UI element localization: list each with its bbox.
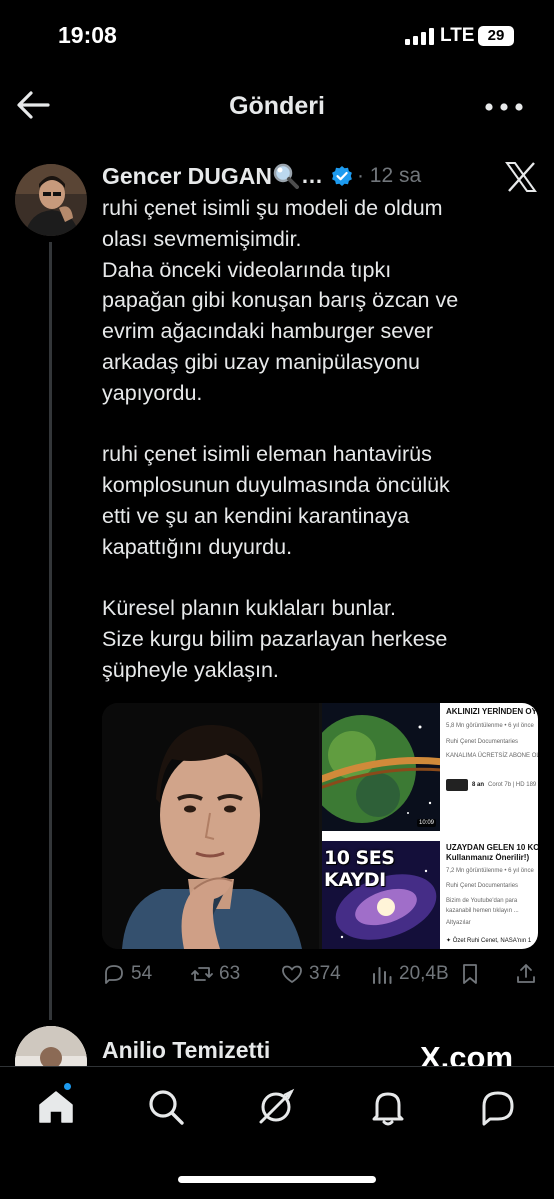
summary-chip: ✦ Özet Ruhi Cenet, NASA'nın 1	[446, 938, 532, 944]
chip-text: Corot 7b | HD 189	[488, 782, 537, 788]
views-chart-icon	[373, 967, 392, 984]
video-thumbnail-galaxy: 10 SES KAYDI	[322, 841, 440, 949]
like-count: 374	[309, 963, 341, 984]
chapter-chip: 8 an Corot 7b | HD 189	[446, 779, 538, 791]
tweet-timestamp[interactable]: · 12 sa	[357, 164, 421, 188]
name-truncation: …	[300, 163, 323, 188]
heart-icon	[282, 965, 302, 983]
video-description: Bizim de Youtube'dan para kazanabil heme…	[446, 898, 519, 914]
subscribe-banner: KANALIMA ÜCRETSİZ ABONE OLUN	[446, 753, 538, 759]
nav-notifications[interactable]	[368, 1087, 408, 1127]
reply-button[interactable]: 54	[102, 962, 152, 986]
author-name[interactable]: Gencer DUGAN	[102, 163, 272, 190]
thread-connector-line	[49, 242, 52, 1020]
views-count: 20,4B	[399, 963, 449, 984]
bookmark-icon	[463, 964, 477, 984]
tweet-text: ruhi çenet isimli şu modeli de oldum ola…	[102, 193, 542, 686]
network-type: LTE	[440, 25, 475, 46]
home-icon	[39, 1091, 73, 1123]
author-avatar[interactable]	[15, 164, 87, 236]
status-time: 19:08	[58, 22, 117, 48]
home-notification-dot	[62, 1081, 73, 1092]
channel-name: Ruhi Çenet Documentaries	[446, 739, 519, 745]
channel-name: Ruhi Çenet Documentaries	[446, 883, 519, 889]
tweet-paragraph: ruhi çenet isimli eleman hantavirüs komp…	[102, 442, 450, 559]
reply-author-name[interactable]: Anilio Temizetti	[102, 1037, 270, 1064]
video-title: AKLINIZI YERİNDEN OY	[446, 707, 537, 716]
author-line: Gencer DUGAN … · 12 sa	[102, 160, 421, 192]
signal-icon	[405, 28, 434, 45]
grok-icon	[259, 1088, 295, 1124]
video-duration: 10:09	[416, 819, 436, 827]
bookmark-button[interactable]	[458, 962, 482, 986]
tweet-media[interactable]: 10:09 AKLINIZI YERİNDEN OY 5,8 Mn görünt…	[102, 703, 538, 949]
nav-messages[interactable]	[478, 1087, 518, 1127]
like-button[interactable]: 374	[280, 962, 341, 986]
share-icon	[517, 964, 535, 983]
messages-icon	[482, 1091, 514, 1126]
battery-indicator: 29	[478, 26, 514, 46]
nav-home[interactable]	[36, 1081, 76, 1127]
home-indicator	[178, 1176, 376, 1183]
x-logo-icon	[505, 162, 537, 192]
video-subtitle: Kullanmanız Önerilir!)	[446, 853, 530, 862]
media-photo-portrait[interactable]	[102, 703, 319, 949]
repost-count: 63	[219, 963, 241, 984]
magnifying-glass-emoji-icon	[273, 163, 299, 189]
tweet-paragraph: ruhi çenet isimli şu modeli de oldum ola…	[102, 196, 459, 405]
share-button[interactable]	[514, 962, 538, 986]
views-button[interactable]: 20,4B	[370, 962, 449, 986]
bell-icon	[372, 1092, 404, 1126]
video-info-1: AKLINIZI YERİNDEN OY 5,8 Mn görüntülenme…	[446, 707, 538, 791]
verified-badge-icon	[332, 166, 352, 186]
search-icon	[149, 1090, 184, 1125]
more-options-icon[interactable]	[484, 102, 524, 112]
video-meta: 7,2 Mn görüntülenme • 6 yıl önce	[446, 868, 534, 874]
page-title: Gönderi	[229, 92, 325, 120]
repost-button[interactable]: 63	[190, 962, 240, 986]
video-thumbnail-planet: 10:09	[322, 703, 440, 831]
status-bar: 19:08 LTE 29	[0, 0, 554, 72]
header: Gönderi	[0, 72, 554, 138]
reply-icon	[105, 965, 123, 984]
tweet-paragraph: Küresel planın kuklaları bunlar. Size ku…	[102, 596, 448, 682]
chip-time: 8 an	[472, 782, 485, 788]
video-meta: 5,8 Mn görüntülenme • 6 yıl önce	[446, 723, 534, 729]
thumbnail-caption: 10 SES KAYDI	[324, 847, 395, 891]
tweet-action-bar: 54 63 374 20,4B	[102, 962, 542, 992]
nav-grok[interactable]	[256, 1087, 296, 1127]
reply-count: 54	[131, 963, 153, 984]
nav-search[interactable]	[146, 1087, 186, 1127]
repost-icon	[191, 967, 213, 981]
video-info-2: UZAYDAN GELEN 10 KOR Kullanmanız Önerili…	[446, 843, 538, 946]
subtitles-tag: Altyazılar	[446, 920, 471, 926]
video-title: UZAYDAN GELEN 10 KOR	[446, 843, 538, 852]
media-youtube-screenshot[interactable]: 10:09 AKLINIZI YERİNDEN OY 5,8 Mn görünt…	[322, 703, 538, 949]
